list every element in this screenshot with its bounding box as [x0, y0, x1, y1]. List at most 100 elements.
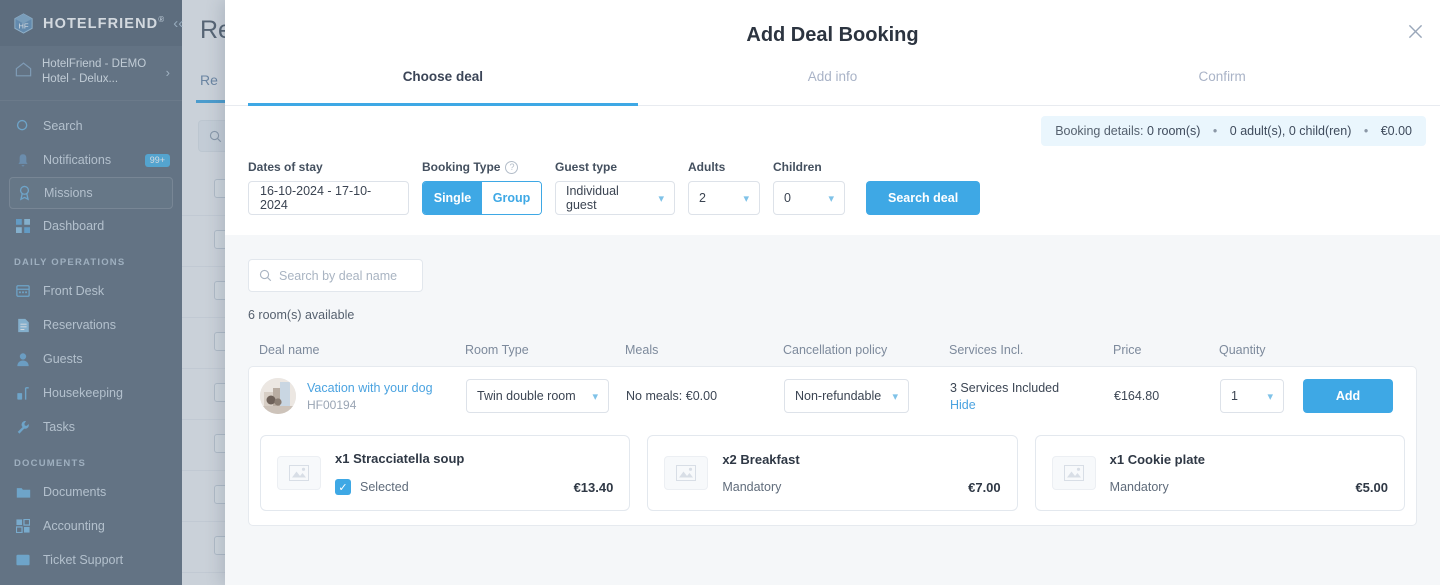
modal-tabs: Choose deal Add info Confirm: [225, 66, 1440, 106]
tab-label: Add info: [807, 69, 858, 84]
column-header-services-incl: Services Incl.: [949, 343, 1024, 357]
cancellation-policy-value: Non-refundable: [795, 389, 882, 403]
column-header-room-type: Room Type: [465, 343, 529, 357]
service-title: x2 Breakfast: [722, 451, 800, 467]
meals-value: No meals: €0.00: [626, 389, 718, 403]
service-price: €5.00: [1355, 479, 1388, 495]
children-field: Children 0 ▾: [773, 160, 845, 215]
quantity-select[interactable]: 1 ▾: [1220, 379, 1284, 413]
booking-details-total: €0.00: [1380, 124, 1412, 138]
results-panel: Search by deal name 6 room(s) available …: [225, 235, 1440, 585]
column-header-quantity: Quantity: [1219, 343, 1266, 357]
quantity-value: 1: [1231, 389, 1238, 403]
room-type-select[interactable]: Twin double room ▾: [466, 379, 609, 413]
deal-search-input[interactable]: Search by deal name: [248, 259, 423, 292]
booking-type-label: Booking Type ?: [422, 160, 542, 174]
tab-confirm[interactable]: Confirm: [1027, 66, 1417, 105]
quantity-cell: 1 ▾ Add: [1220, 379, 1405, 413]
service-title: x1 Cookie plate: [1109, 451, 1206, 467]
service-state: Selected: [360, 480, 409, 494]
services-included-cell: 3 Services Included Hide: [950, 381, 1114, 412]
booking-type-label-text: Booking Type: [422, 160, 501, 174]
dog-photo-thumbnail: [260, 378, 296, 414]
results-table-header: Deal name Room Type Meals Cancellation p…: [248, 343, 1417, 357]
service-footer: Mandatory €7.00: [722, 480, 1000, 495]
booking-type-group-button[interactable]: Group: [482, 182, 541, 214]
booking-details-label: Booking details:: [1055, 124, 1144, 138]
chevron-down-icon: ▾: [1267, 390, 1273, 403]
cancellation-policy-select[interactable]: Non-refundable ▾: [784, 379, 909, 413]
service-footer: Mandatory €5.00: [1110, 480, 1388, 495]
guest-type-label: Guest type: [555, 160, 618, 174]
children-value: 0: [784, 191, 791, 205]
deal-name-link[interactable]: Vacation with your dog: [307, 381, 433, 395]
meals-cell: No meals: €0.00: [626, 387, 784, 405]
deal-row: Vacation with your dog HF00194 Twin doub…: [249, 367, 1416, 425]
price-value: €164.80: [1114, 389, 1160, 403]
deal-search-placeholder: Search by deal name: [279, 268, 398, 283]
availability-text: 6 room(s) available: [248, 308, 355, 322]
service-card-breakfast[interactable]: x2 Breakfast Mandatory €7.00: [647, 435, 1018, 511]
children-select[interactable]: 0 ▾: [773, 181, 845, 215]
separator-dot: •: [1363, 124, 1369, 138]
room-type-cell: Twin double room ▾: [466, 379, 626, 413]
booking-details-rooms: 0 room(s): [1146, 124, 1201, 138]
column-header-meals: Meals: [625, 343, 659, 357]
booking-details-guests: 0 adult(s), 0 child(ren): [1229, 124, 1352, 138]
adults-field: Adults 2 ▾: [688, 160, 760, 215]
service-body: x1 Cookie plate Mandatory €5.00: [1110, 452, 1388, 495]
search-panel: Booking details: 0 room(s) • 0 adult(s),…: [225, 106, 1440, 235]
service-card-cookie-plate[interactable]: x1 Cookie plate Mandatory €5.00: [1034, 435, 1405, 511]
service-checkbox[interactable]: ✓: [335, 479, 351, 495]
services-toggle-link[interactable]: Hide: [950, 398, 1114, 412]
app-root: Res Re HF HOTELFRIEND® ‹‹ HotelFriend - …: [0, 0, 1440, 585]
search-icon: [259, 269, 272, 282]
guest-type-select[interactable]: Individual guest ▾: [555, 181, 675, 215]
room-type-value: Twin double room: [477, 389, 576, 403]
guest-type-field: Guest type Individual guest ▾: [555, 160, 675, 215]
service-state: Mandatory: [1109, 480, 1169, 494]
services-included-text: 3 Services Included: [950, 380, 1060, 395]
tab-add-info[interactable]: Add info: [638, 66, 1028, 105]
close-icon[interactable]: [1402, 18, 1428, 44]
column-header-cancellation-policy: Cancellation policy: [783, 343, 888, 357]
children-label: Children: [773, 160, 822, 174]
tab-label: Choose deal: [402, 69, 483, 84]
image-placeholder-icon: [664, 456, 709, 490]
service-price: €13.40: [573, 479, 614, 495]
deal-name-block: Vacation with your dog HF00194: [307, 381, 433, 412]
service-footer: ✓ Selected €13.40: [335, 479, 613, 495]
booking-type-single-button[interactable]: Single: [423, 182, 482, 214]
adults-value: 2: [699, 191, 706, 205]
modal-header: Add Deal Booking: [225, 0, 1440, 66]
column-header-price: Price: [1113, 343, 1142, 357]
tab-choose-deal[interactable]: Choose deal: [248, 66, 638, 106]
service-card-stracciatella-soup[interactable]: x1 Stracciatella soup ✓ Selected €13.40: [260, 435, 631, 511]
service-body: x2 Breakfast Mandatory €7.00: [722, 452, 1000, 495]
add-button[interactable]: Add: [1303, 379, 1393, 413]
service-price: €7.00: [968, 479, 1001, 495]
chevron-down-icon: ▾: [828, 192, 834, 205]
deal-card: Vacation with your dog HF00194 Twin doub…: [248, 366, 1417, 526]
question-icon[interactable]: ?: [505, 160, 519, 174]
dates-of-stay-input[interactable]: 16-10-2024 - 17-10-2024: [248, 181, 409, 215]
tab-label: Confirm: [1198, 69, 1246, 84]
adults-select[interactable]: 2 ▾: [688, 181, 760, 215]
image-placeholder-icon: [1051, 456, 1096, 490]
dates-of-stay-field: Dates of stay 16-10-2024 - 17-10-2024: [248, 160, 409, 215]
service-state-block: Mandatory: [722, 480, 781, 494]
adults-label: Adults: [688, 160, 726, 174]
separator-dot: •: [1212, 124, 1218, 138]
chevron-down-icon: ▾: [892, 390, 898, 403]
search-form: Dates of stay 16-10-2024 - 17-10-2024 Bo…: [248, 160, 1417, 235]
cancellation-policy-cell: Non-refundable ▾: [784, 379, 950, 413]
service-state-block: ✓ Selected: [335, 479, 409, 495]
service-state: Mandatory: [722, 480, 782, 494]
price-cell: €164.80: [1114, 387, 1220, 405]
service-title: x1 Stracciatella soup: [335, 451, 465, 466]
chevron-down-icon: ▾: [592, 390, 598, 403]
search-deal-button[interactable]: Search deal: [866, 181, 981, 215]
booking-details-summary: Booking details: 0 room(s) • 0 adult(s),…: [1041, 116, 1426, 146]
guest-type-value: Individual guest: [566, 184, 619, 212]
chevron-down-icon: ▾: [743, 192, 749, 205]
